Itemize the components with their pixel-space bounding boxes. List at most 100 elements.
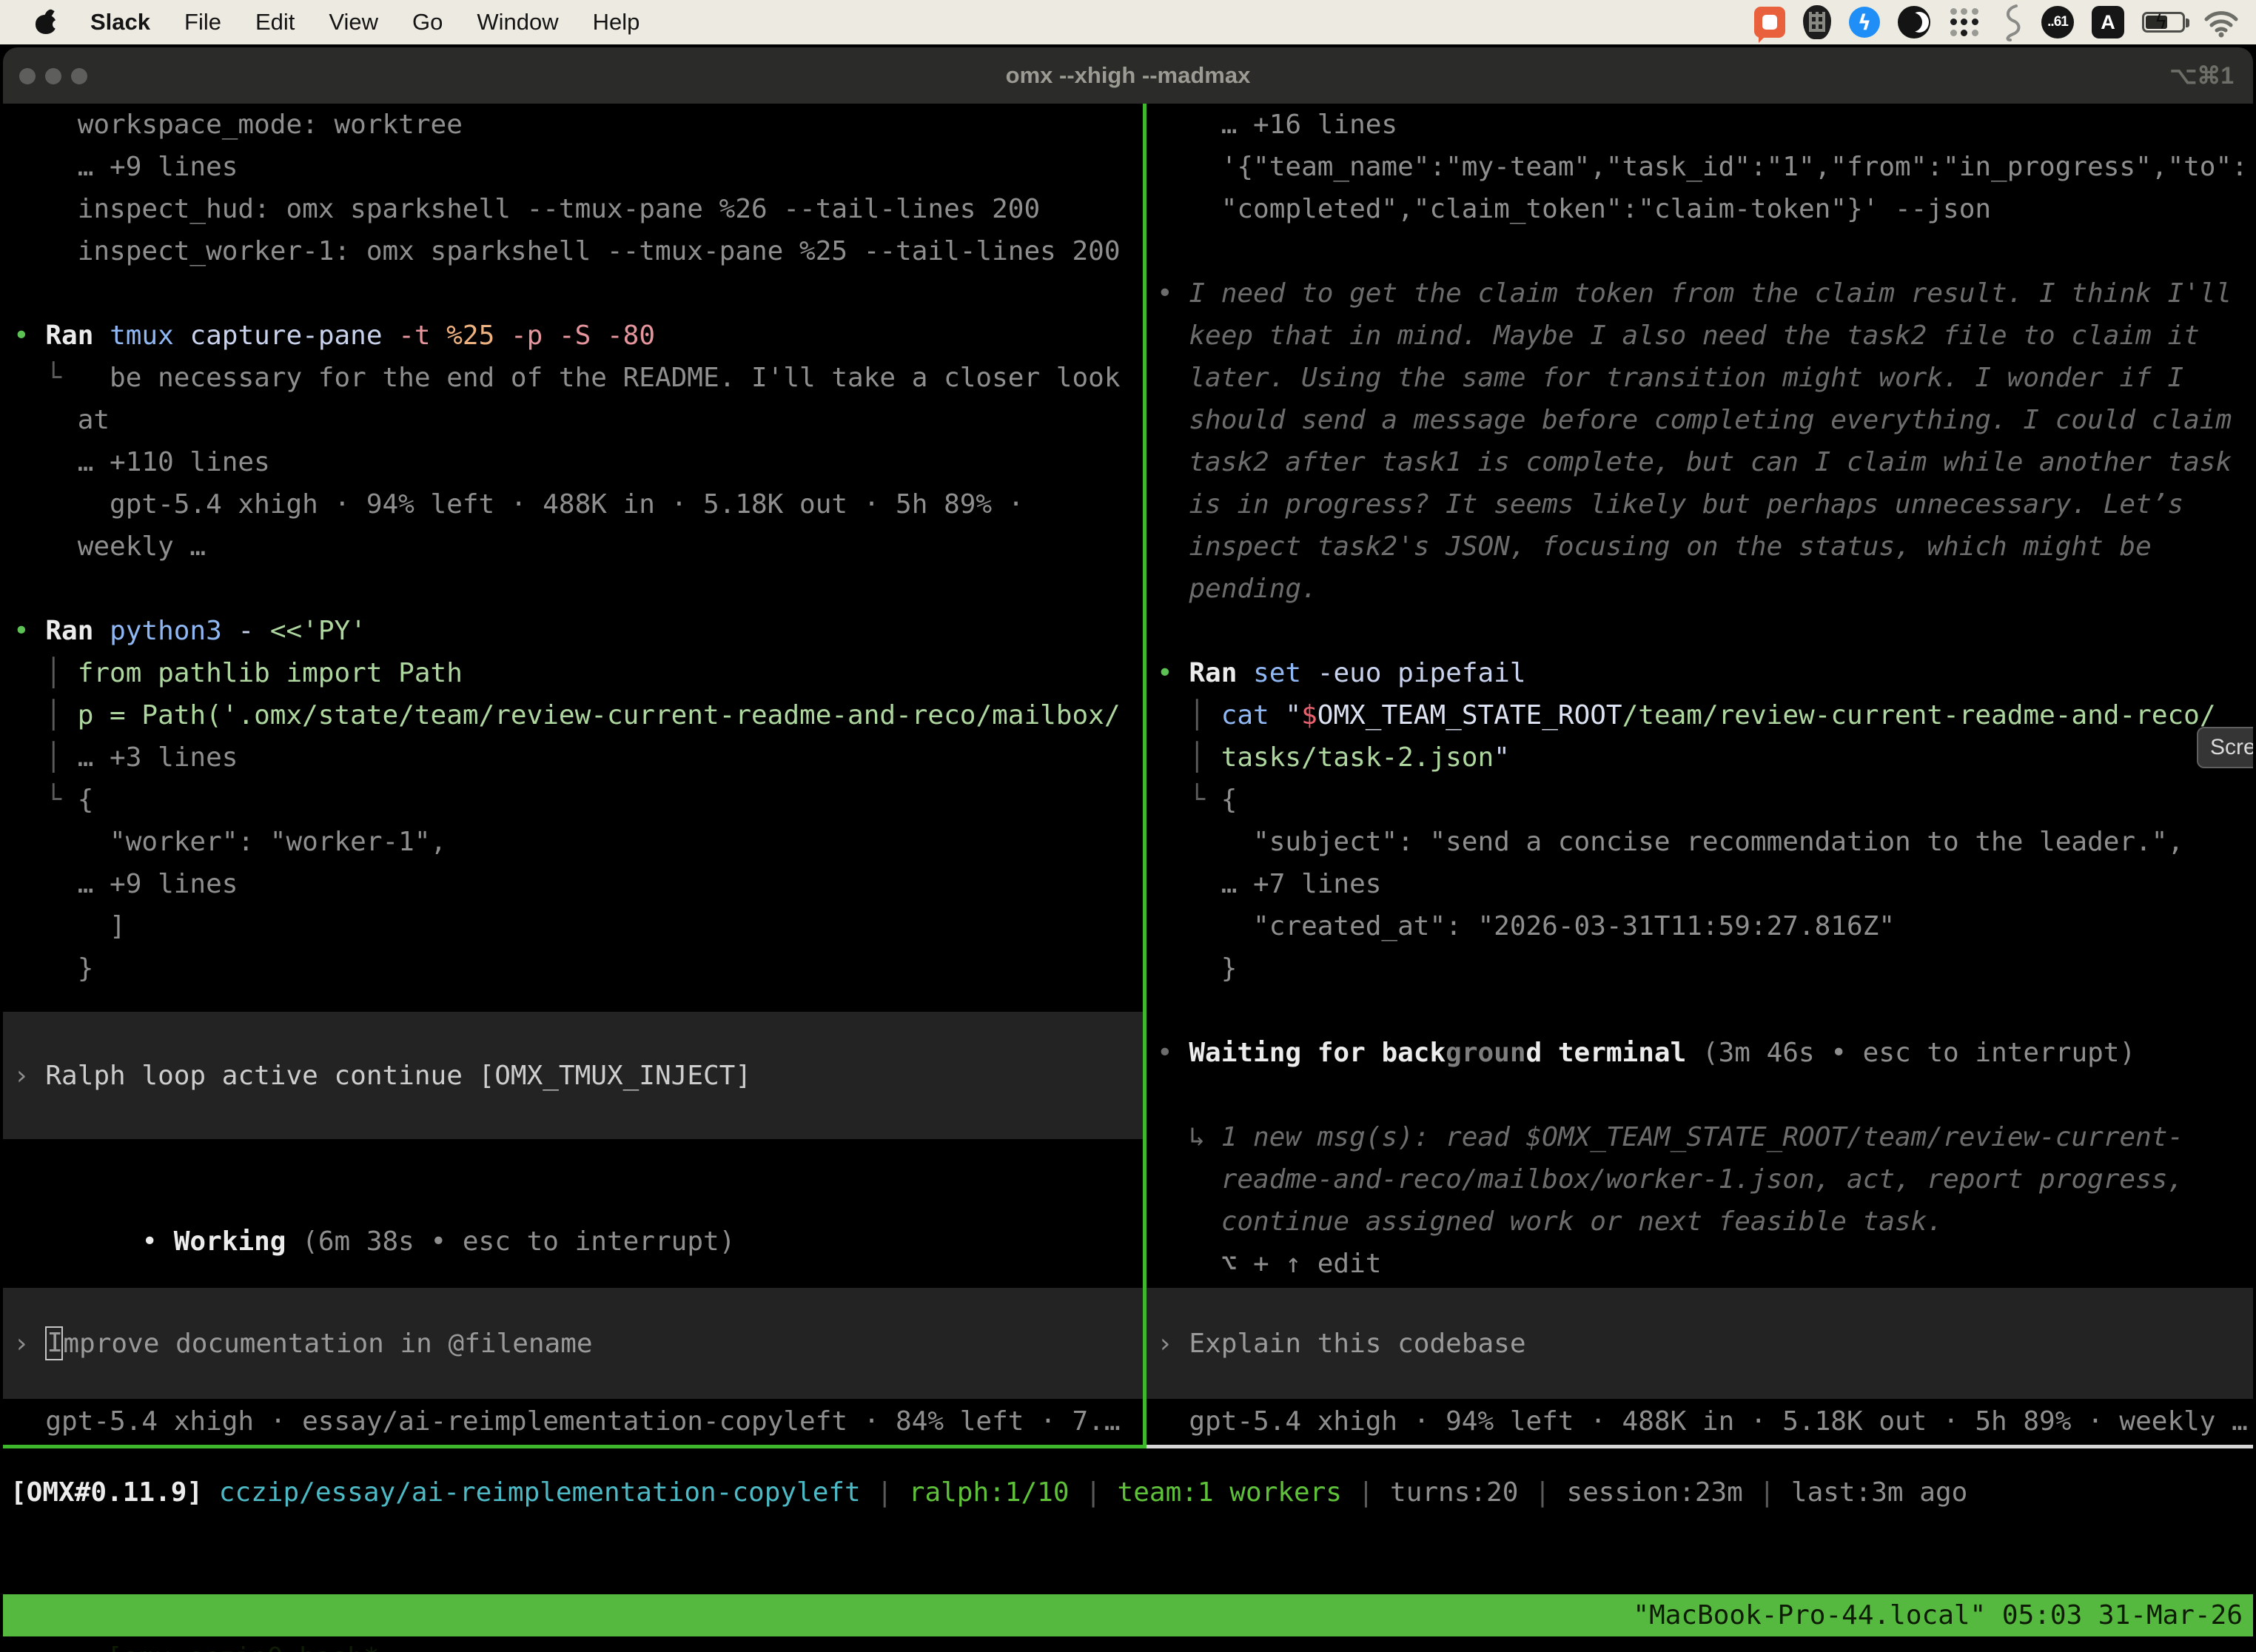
terminal-line: task2 after task1 is complete, but can I… [1157, 441, 2253, 483]
left-pane-output: workspace_mode: worktree … +9 lines insp… [3, 104, 1143, 990]
terminal-content: workspace_mode: worktree … +9 lines insp… [3, 104, 2253, 1652]
terminal-line: … +16 lines [1157, 104, 2253, 146]
terminal-line: inspect_worker-1: omx sparkshell --tmux-… [13, 230, 1143, 272]
terminal-line: } [13, 947, 1143, 990]
terminal-line: … +9 lines [13, 146, 1143, 188]
tmux-pane-right[interactable]: … +16 lines '{"team_name":"my-team","tas… [1147, 104, 2253, 1448]
active-pane-border [3, 1445, 1143, 1448]
chevron-icon: › [13, 1061, 45, 1091]
terminal-line: "completed","claim_token":"claim-token"}… [1157, 188, 2253, 230]
terminal-line: │ from pathlib import Path [13, 652, 1143, 694]
prompt-chevron-icon: › [13, 1329, 45, 1359]
omx-status-line: [OMX#0.11.9] cczip/essay/ai-reimplementa… [3, 1471, 2253, 1514]
text-cursor: I [45, 1326, 63, 1360]
prompt-placeholder: Explain this codebase [1189, 1329, 1525, 1359]
terminal-line: └ { [1157, 779, 2253, 821]
terminal-line: keep that in mind. Maybe I also need the… [1157, 315, 2253, 357]
prompt-input-left[interactable]: › Improve documentation in @filename [3, 1288, 1143, 1399]
menu-item-window[interactable]: Window [477, 9, 558, 36]
terminal-line: … +7 lines [1157, 863, 2253, 905]
terminal-line [13, 272, 1143, 315]
terminal-line: "subject": "send a concise recommendatio… [1157, 821, 2253, 863]
terminal-line: weekly … [13, 526, 1143, 568]
terminal-line: gpt-5.4 xhigh · 94% left · 488K in · 5.1… [13, 483, 1143, 526]
tmux-status-bar: [omx-cczip0:bash* "MacBook-Pro-44.local"… [3, 1594, 2253, 1636]
terminal-line: • Ran python3 - <<'PY' [13, 610, 1143, 652]
menu-item-help[interactable]: Help [593, 9, 640, 36]
terminal-line: "worker": "worker-1", [13, 821, 1143, 863]
terminal-line: at [13, 399, 1143, 441]
menu-item-edit[interactable]: Edit [255, 9, 295, 36]
wifi-icon[interactable] [2203, 7, 2240, 38]
terminal-line: [OMX#0.11.9] cczip/essay/ai-reimplementa… [10, 1471, 2253, 1514]
terminal-line: └ { [13, 779, 1143, 821]
model-status-right: gpt-5.4 xhigh · 94% left · 488K in · 5.1… [1147, 1400, 2253, 1443]
terminal-line: … +110 lines [13, 441, 1143, 483]
terminal-line: workspace_mode: worktree [13, 104, 1143, 146]
working-detail: (6m 38s • esc to interrupt) [286, 1226, 735, 1257]
terminal-line: ⌥ + ↑ edit [1157, 1243, 2253, 1285]
terminal-line: '{"team_name":"my-team","task_id":"1","f… [1157, 146, 2253, 188]
menu-app-name[interactable]: Slack [90, 9, 150, 36]
screen-tooltip: Scre [2197, 727, 2253, 768]
menu-left: Slack File Edit View Go Window Help [0, 9, 639, 36]
prompt-chevron-icon: › [1157, 1329, 1189, 1359]
terminal-line: │ cat "$OMX_TEAM_STATE_ROOT/team/review-… [1157, 694, 2253, 736]
prompt-input-text: mprove documentation in @filename [63, 1329, 592, 1359]
squiggle-icon[interactable] [1998, 3, 2024, 41]
shield-icon[interactable] [1803, 5, 1831, 39]
terminal-line: pending. [1157, 568, 2253, 610]
terminal-line: … +9 lines [13, 863, 1143, 905]
terminal-window: omx --xhigh --madmax ⌥⌘1 workspace_mode:… [3, 47, 2253, 1652]
crescent-icon[interactable] [1898, 6, 1930, 38]
terminal-line: inspect_hud: omx sparkshell --tmux-pane … [13, 188, 1143, 230]
terminal-line: │ p = Path('.omx/state/team/review-curre… [13, 694, 1143, 736]
terminal-line [1157, 1074, 2253, 1116]
terminal-line [1157, 230, 2253, 272]
terminal-line: ↳ 1 new msg(s): read $OMX_TEAM_STATE_ROO… [1157, 1116, 2253, 1158]
menu-bar: Slack File Edit View Go Window Help ϟ ..… [0, 0, 2256, 44]
terminal-line: } [1157, 947, 2253, 990]
terminal-line: │ tasks/task-2.json" [1157, 736, 2253, 779]
window-titlebar[interactable]: omx --xhigh --madmax ⌥⌘1 [3, 47, 2253, 104]
terminal-line: └ be necessary for the end of the README… [13, 357, 1143, 399]
menu-item-go[interactable]: Go [412, 9, 443, 36]
window-title: omx --xhigh --madmax [3, 47, 2253, 104]
terminal-line: • Ran set -euo pipefail [1157, 652, 2253, 694]
a-key-icon[interactable]: A [2092, 6, 2124, 38]
terminal-line: │ … +3 lines [13, 736, 1143, 779]
terminal-line: • Ran tmux capture-pane -t %25 -p -S -80 [13, 315, 1143, 357]
ralph-status-band: › Ralph loop active continue [OMX_TMUX_I… [3, 1012, 1143, 1139]
chat-app-icon[interactable] [1754, 7, 1785, 38]
menu-item-view[interactable]: View [329, 9, 378, 36]
working-label: Working [174, 1226, 286, 1257]
ralph-status-text: Ralph loop active continue [OMX_TMUX_INJ… [45, 1061, 751, 1091]
dots-grid-icon[interactable] [1948, 6, 1981, 38]
prompt-input-right[interactable]: › Explain this codebase [1147, 1288, 2253, 1399]
tmux-pane-left[interactable]: workspace_mode: worktree … +9 lines insp… [3, 104, 1143, 1448]
terminal-line: later. Using the same for transition mig… [1157, 357, 2253, 399]
terminal-line: is in progress? It seems likely but perh… [1157, 483, 2253, 526]
right-pane-output: … +16 lines '{"team_name":"my-team","tas… [1147, 104, 2253, 1285]
terminal-line: continue assigned work or next feasible … [1157, 1201, 2253, 1243]
apple-menu-icon[interactable] [36, 10, 56, 34]
menu-status-icons: ϟ ..61 A ϟ [1754, 3, 2256, 41]
terminal-line: • Waiting for background terminal (3m 46… [1157, 1032, 2253, 1074]
terminal-line: inspect task2's JSON, focusing on the st… [1157, 526, 2253, 568]
working-status: • Working (6m 38s • esc to interrupt) [3, 1178, 735, 1220]
window-shortcut-badge: ⌥⌘1 [2169, 47, 2234, 104]
menu-item-file[interactable]: File [184, 9, 221, 36]
badge-61-icon[interactable]: ..61 [2041, 6, 2074, 38]
tmux-session-label: [omx-cczip0:bash* [107, 1642, 379, 1652]
terminal-line [13, 568, 1143, 610]
inactive-pane-border [1147, 1445, 2253, 1448]
tmux-host-time: "MacBook-Pro-44.local" 05:03 31-Mar-26 [1633, 1594, 2243, 1636]
battery-icon[interactable]: ϟ [2142, 12, 2185, 33]
model-status-left: gpt-5.4 xhigh · essay/ai-reimplementatio… [3, 1400, 1143, 1443]
terminal-line: "created_at": "2026-03-31T11:59:27.816Z" [1157, 905, 2253, 947]
terminal-line [1157, 610, 2253, 652]
messenger-icon[interactable]: ϟ [1849, 7, 1880, 38]
terminal-line: ] [13, 905, 1143, 947]
terminal-line: • I need to get the claim token from the… [1157, 272, 2253, 315]
terminal-line [1157, 990, 2253, 1032]
